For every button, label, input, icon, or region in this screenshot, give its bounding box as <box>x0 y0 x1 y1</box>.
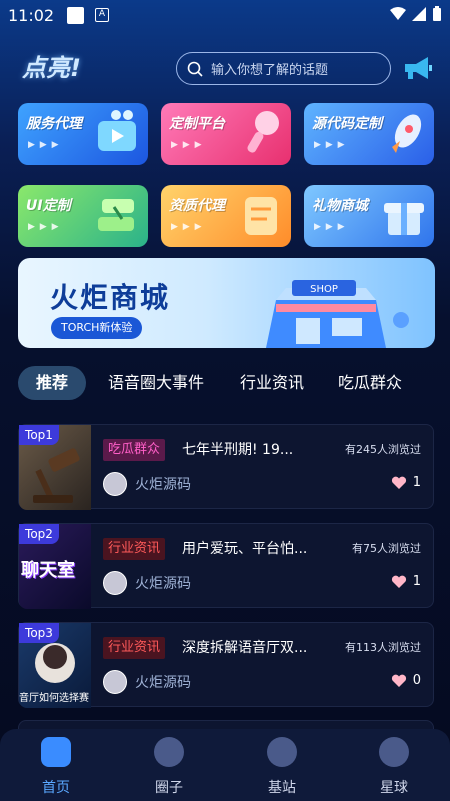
tab-gossip[interactable]: 吃瓜群众 <box>338 366 402 400</box>
nav-label: 基站 <box>268 780 296 796</box>
nav-label: 首页 <box>42 780 70 796</box>
rank-badge: Top2 <box>19 524 59 544</box>
search-input[interactable]: 输入你想了解的话题 <box>176 52 391 85</box>
arrows-icon: ▶ ▶ ▶ <box>314 222 346 232</box>
avatar <box>103 571 127 595</box>
service-label: UI定制 <box>26 198 71 214</box>
service-label: 礼物商城 <box>312 198 368 214</box>
category-tabs: 推荐 语音圈大事件 行业资讯 吃瓜群众 <box>18 366 434 402</box>
rank-badge: Top3 <box>19 623 59 643</box>
article-tag: 行业资讯 <box>103 637 166 659</box>
like-count: 1 <box>412 475 421 490</box>
ui-layers-icon <box>98 199 134 231</box>
article-card[interactable]: Top1 吃瓜群众 七年半刑期! 19... 有245人浏览过 火炬源码 1 <box>18 424 434 510</box>
wifi-icon <box>390 7 406 20</box>
home-icon <box>41 737 71 767</box>
article-title: 七年半刑期! 19... <box>182 442 294 458</box>
service-tile-agency[interactable]: 服务代理 ▶ ▶ ▶ <box>18 103 148 165</box>
app-logo: 点亮! <box>22 54 81 82</box>
rank-badge: Top1 <box>19 425 59 445</box>
article-tag: 行业资讯 <box>103 538 166 560</box>
bottom-nav: 首页 圈子 基站 星球 <box>0 729 450 801</box>
nav-station[interactable]: 基站 <box>252 737 312 797</box>
view-count: 有75人浏览过 <box>352 542 421 555</box>
author-name: 火炬源码 <box>135 576 191 592</box>
heart-icon <box>391 575 406 588</box>
shop-sign: SHOP <box>310 284 338 295</box>
signal-icon <box>412 7 426 21</box>
service-tile-custom-platform[interactable]: 定制平台 ▶ ▶ ▶ <box>161 103 291 165</box>
like-count: 1 <box>412 574 421 589</box>
video-player-icon <box>98 110 136 151</box>
service-tile-gift-mall[interactable]: 礼物商城 ▶ ▶ ▶ <box>304 185 434 247</box>
globe-icon <box>379 737 409 767</box>
article-card[interactable]: 聊天室 Top2 行业资讯 用户爱玩、平台怕... 有75人浏览过 火炬源码 1 <box>18 523 434 609</box>
view-count: 有113人浏览过 <box>345 641 421 654</box>
article-tag: 吃瓜群众 <box>103 439 166 461</box>
promo-banner[interactable]: 火炬商城 TORCH新体验 SHOP <box>18 258 435 348</box>
battery-icon <box>433 6 441 21</box>
heart-icon <box>391 476 406 489</box>
shop-illustration: SHOP <box>266 280 409 348</box>
view-count: 有245人浏览过 <box>345 443 421 456</box>
article-title: 用户爱玩、平台怕... <box>182 541 308 557</box>
service-tile-qualification[interactable]: 资质代理 ▶ ▶ ▶ <box>161 185 291 247</box>
nav-label: 星球 <box>380 780 408 796</box>
thumbnail-text: 音厅如何选择赛 <box>19 693 89 704</box>
thumbnail-text: 聊天室 <box>21 560 75 581</box>
gift-box-icon <box>384 203 424 235</box>
nav-home[interactable]: 首页 <box>26 737 86 797</box>
service-label: 资质代理 <box>169 198 225 214</box>
heart-icon <box>391 674 406 687</box>
arrows-icon: ▶ ▶ ▶ <box>28 140 60 150</box>
status-time: 11:02 <box>8 6 55 25</box>
like-button[interactable]: 0 <box>391 673 421 688</box>
service-label: 定制平台 <box>169 116 225 132</box>
planet-icon <box>154 737 184 767</box>
tab-voice-events[interactable]: 语音圈大事件 <box>108 366 204 400</box>
service-label: 源代码定制 <box>312 116 382 132</box>
banner-subtitle: TORCH新体验 <box>51 317 143 339</box>
tab-industry-news[interactable]: 行业资讯 <box>240 366 304 400</box>
nav-circle[interactable]: 圈子 <box>139 737 199 797</box>
rocket-icon <box>392 114 422 153</box>
tab-recommended[interactable]: 推荐 <box>18 366 87 400</box>
article-title: 深度拆解语音厅双... <box>182 640 308 656</box>
service-tile-source-code[interactable]: 源代码定制 ▶ ▶ ▶ <box>304 103 434 165</box>
status-indicators <box>390 6 442 22</box>
author-name: 火炬源码 <box>135 675 191 691</box>
notification-icon <box>67 7 84 24</box>
certificate-icon <box>245 197 277 235</box>
avatar <box>103 472 127 496</box>
satellite-icon <box>267 737 297 767</box>
search-icon <box>187 61 203 77</box>
article-card[interactable]: 音厅如何选择赛 Top3 行业资讯 深度拆解语音厅双... 有113人浏览过 火… <box>18 622 434 708</box>
like-button[interactable]: 1 <box>391 574 421 589</box>
arrows-icon: ▶ ▶ ▶ <box>28 222 60 232</box>
like-button[interactable]: 1 <box>391 475 421 490</box>
status-bar: 11:02 A <box>0 0 450 32</box>
nav-label: 圈子 <box>155 780 183 796</box>
arrows-icon: ▶ ▶ ▶ <box>314 140 346 150</box>
arrows-icon: ▶ ▶ ▶ <box>171 222 203 232</box>
search-placeholder: 输入你想了解的话题 <box>211 63 329 78</box>
service-tile-ui-custom[interactable]: UI定制 ▶ ▶ ▶ <box>18 185 148 247</box>
megaphone-icon[interactable] <box>402 54 434 82</box>
service-label: 服务代理 <box>26 116 82 132</box>
avatar <box>103 670 127 694</box>
banner-title: 火炬商城 <box>50 281 171 314</box>
microphone-icon <box>247 111 279 153</box>
author-name: 火炬源码 <box>135 477 191 493</box>
nav-planet[interactable]: 星球 <box>364 737 424 797</box>
like-count: 0 <box>412 673 421 688</box>
keyboard-icon: A <box>95 8 109 22</box>
arrows-icon: ▶ ▶ ▶ <box>171 140 203 150</box>
